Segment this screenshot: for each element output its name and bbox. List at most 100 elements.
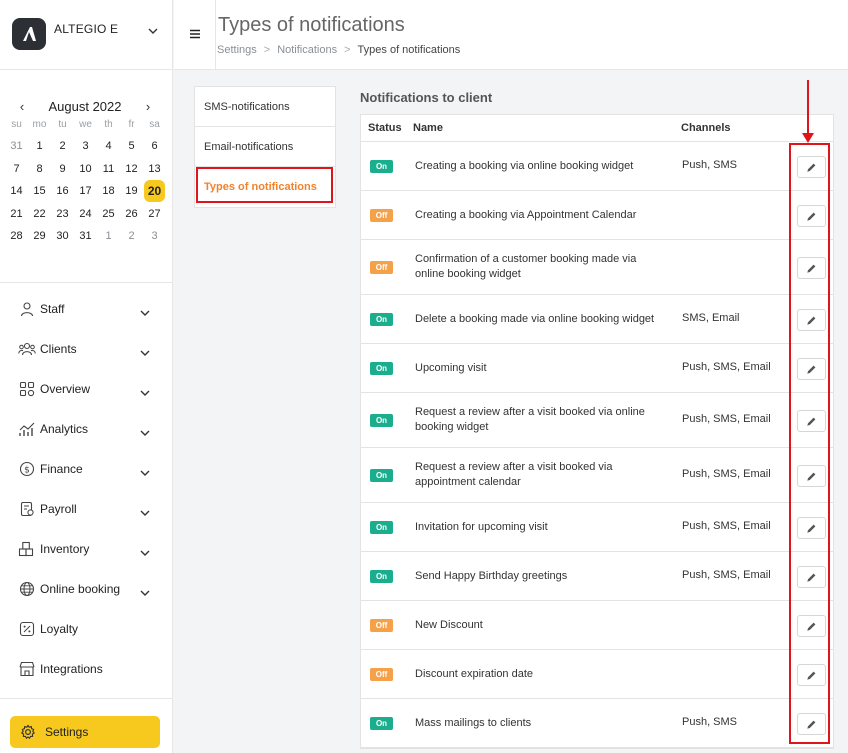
- calendar-day[interactable]: 1: [97, 225, 120, 248]
- status-badge[interactable]: On: [370, 414, 393, 427]
- analytics-icon: [18, 420, 36, 438]
- calendar-day[interactable]: 16: [51, 180, 74, 203]
- notification-channels: Push, SMS: [682, 716, 738, 728]
- arrow-down-icon: [802, 80, 814, 143]
- calendar-day[interactable]: 10: [74, 158, 97, 181]
- sidebar-item-analytics[interactable]: Analytics: [0, 409, 172, 449]
- sidebar-item-clients[interactable]: Clients: [0, 329, 172, 369]
- table-body: On Creating a booking via online booking …: [361, 142, 833, 748]
- status-badge[interactable]: Off: [370, 619, 393, 632]
- table-row: On Send Happy Birthday greetings Push, SMS…: [361, 552, 833, 601]
- calendar-day[interactable]: 23: [51, 203, 74, 226]
- calendar-day[interactable]: 8: [28, 158, 51, 181]
- table-row: On Delete a booking made via online booki…: [361, 295, 833, 344]
- calendar-day[interactable]: 27: [143, 203, 166, 226]
- sidebar-item-loyalty[interactable]: Loyalty: [0, 609, 172, 649]
- notification-channels: Push, SMS: [682, 159, 738, 171]
- gear-icon: [19, 723, 37, 741]
- calendar-day[interactable]: 4: [97, 135, 120, 158]
- calendar-weekday-label: mo: [32, 119, 47, 130]
- status-badge[interactable]: On: [370, 160, 393, 173]
- users-icon: [18, 340, 36, 358]
- brand-switcher[interactable]: ALTEGIO E: [0, 0, 172, 70]
- boxes-icon: [18, 540, 36, 558]
- calendar-day[interactable]: 14: [5, 180, 28, 203]
- calendar-day[interactable]: 13: [143, 158, 166, 181]
- sidebar-item-settings[interactable]: Settings: [10, 716, 160, 748]
- calendar-day[interactable]: 15: [28, 180, 51, 203]
- prev-month-button[interactable]: ‹: [16, 99, 28, 114]
- calendar-day[interactable]: 5: [120, 135, 143, 158]
- dollar-icon: $: [18, 460, 36, 478]
- breadcrumb-settings[interactable]: Settings: [217, 44, 257, 56]
- sidebar-item-overview[interactable]: Overview: [0, 369, 172, 409]
- calendar-day[interactable]: 11: [97, 158, 120, 181]
- calendar-day[interactable]: 30: [51, 225, 74, 248]
- calendar-day[interactable]: 2: [120, 225, 143, 248]
- calendar-day[interactable]: 19: [120, 180, 143, 203]
- breadcrumb-notifications[interactable]: Notifications: [277, 44, 337, 56]
- calendar-day[interactable]: 3: [143, 225, 166, 248]
- sidebar-item-label: Payroll: [40, 502, 77, 516]
- notification-name: Creating a booking via Appointment Calen…: [415, 209, 637, 221]
- calendar-day[interactable]: 26: [120, 203, 143, 226]
- next-month-button[interactable]: ›: [142, 99, 154, 114]
- table-row: Off Discount expiration date: [361, 650, 833, 699]
- globe-icon: [18, 580, 36, 598]
- calendar-day[interactable]: 31: [5, 135, 28, 158]
- status-badge[interactable]: On: [370, 313, 393, 326]
- breadcrumb-separator: >: [263, 44, 271, 56]
- calendar-weekday-label: sa: [149, 119, 160, 130]
- calendar-day[interactable]: 18: [97, 180, 120, 203]
- sidebar-item-inventory[interactable]: Inventory: [0, 529, 172, 569]
- calendar-day[interactable]: 2: [51, 135, 74, 158]
- status-badge[interactable]: Off: [370, 209, 393, 222]
- calendar-day-today[interactable]: 20: [144, 180, 165, 202]
- sidebar-item-label: Staff: [40, 302, 65, 316]
- sidebar-item-label: Online booking: [40, 582, 121, 596]
- calendar-day[interactable]: 7: [5, 158, 28, 181]
- calendar-day[interactable]: 24: [74, 203, 97, 226]
- sidebar-item-staff[interactable]: Staff: [0, 289, 172, 329]
- status-badge[interactable]: On: [370, 717, 393, 730]
- calendar-day[interactable]: 25: [97, 203, 120, 226]
- calendar-day[interactable]: 31: [74, 225, 97, 248]
- table-row: On Request a review after a visit booked …: [361, 448, 833, 503]
- notification-channels: SMS, Email: [682, 312, 740, 324]
- sidebar-item-online-booking[interactable]: Online booking: [0, 569, 172, 609]
- calendar-day[interactable]: 9: [51, 158, 74, 181]
- calendar-day[interactable]: 12: [120, 158, 143, 181]
- calendar-weekday-label: tu: [58, 119, 67, 130]
- status-badge[interactable]: On: [370, 521, 393, 534]
- sidebar-item-payroll[interactable]: Payroll: [0, 489, 172, 529]
- chevron-down-icon: [140, 544, 150, 562]
- chevron-down-icon: [140, 584, 150, 602]
- submenu-item-sms-notifications[interactable]: SMS-notifications: [195, 87, 335, 127]
- status-badge[interactable]: On: [370, 570, 393, 583]
- calendar-day[interactable]: 29: [28, 225, 51, 248]
- calendar-day[interactable]: 21: [5, 203, 28, 226]
- submenu-item-email-notifications[interactable]: Email-notifications: [195, 127, 335, 167]
- calendar-day[interactable]: 3: [74, 135, 97, 158]
- status-badge[interactable]: On: [370, 469, 393, 482]
- calendar-day[interactable]: 22: [28, 203, 51, 226]
- notification-channels: Push, SMS, Email: [682, 520, 771, 532]
- status-badge[interactable]: Off: [370, 261, 393, 274]
- calendar-day[interactable]: 17: [74, 180, 97, 203]
- calendar-day[interactable]: 6: [143, 135, 166, 158]
- status-badge[interactable]: On: [370, 362, 393, 375]
- calendar-day[interactable]: 1: [28, 135, 51, 158]
- table-header: Status Name Channels: [361, 115, 833, 142]
- calendar-day[interactable]: 28: [5, 225, 28, 248]
- sidebar-item-label: Clients: [40, 342, 77, 356]
- notification-name: Upcoming visit: [415, 362, 487, 374]
- status-badge[interactable]: Off: [370, 668, 393, 681]
- sidebar-item-integrations[interactable]: Integrations: [0, 649, 172, 689]
- grid-icon: [18, 380, 36, 398]
- submenu-highlight-box: [196, 167, 333, 203]
- sidebar-item-label: Overview: [40, 382, 91, 396]
- menu-toggle-button[interactable]: [174, 0, 216, 70]
- calendar-weekday-label: we: [79, 119, 92, 130]
- settings-area: Settings: [0, 698, 173, 748]
- sidebar-item-finance[interactable]: $ Finance: [0, 449, 172, 489]
